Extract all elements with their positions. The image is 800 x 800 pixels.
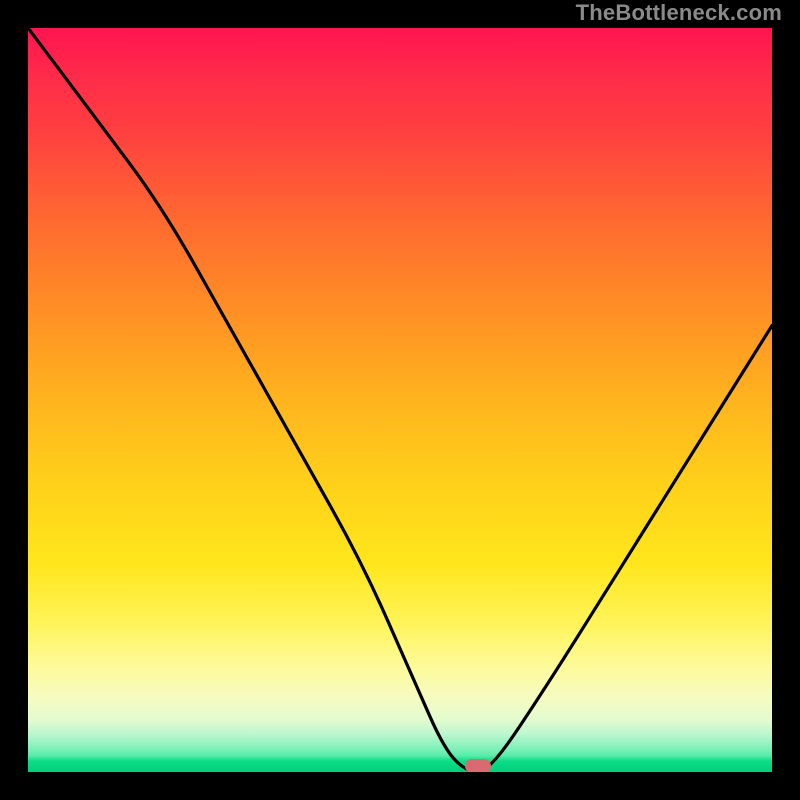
chart-container: TheBottleneck.com	[0, 0, 800, 800]
plot-area	[28, 28, 772, 772]
optimum-marker-icon	[465, 759, 491, 772]
bottleneck-curve	[28, 28, 772, 772]
watermark-text: TheBottleneck.com	[576, 0, 782, 26]
